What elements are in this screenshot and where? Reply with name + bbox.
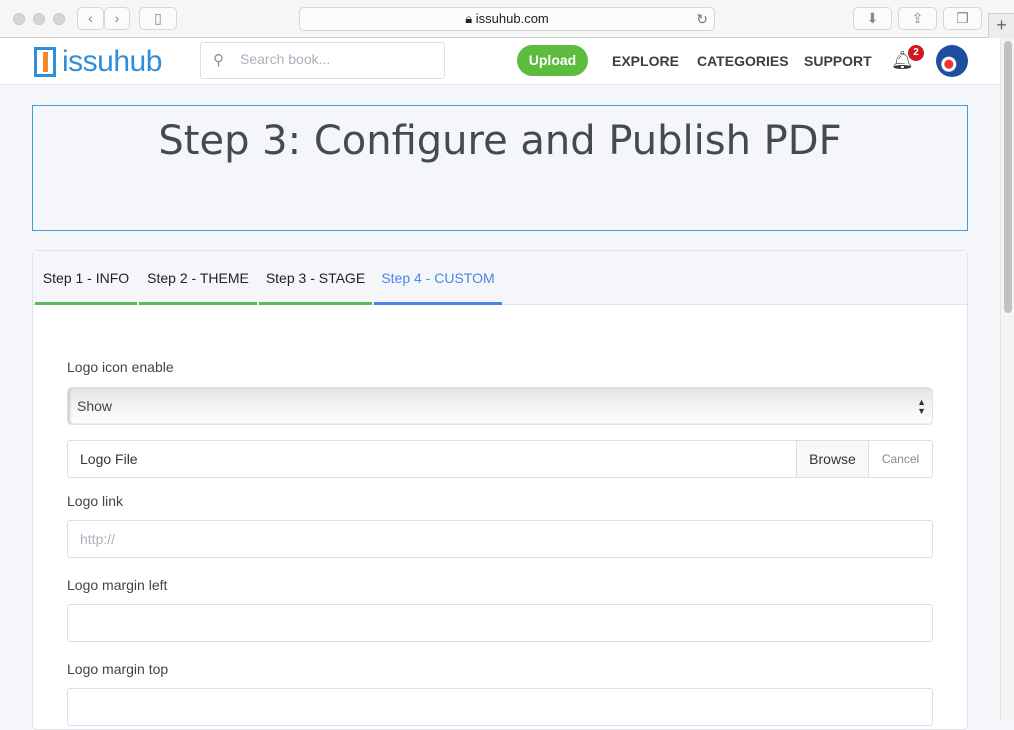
page-title: Step 3: Configure and Publish PDF <box>158 118 842 164</box>
reload-icon[interactable]: ↻ <box>696 8 708 30</box>
browser-toolbar: ‹ › ▯ 🔒︎ issuhub.com ↻ ⬇ ⇪ ❐ + <box>0 0 1014 38</box>
sidebar-toggle-button[interactable]: ▯ <box>139 7 177 30</box>
logo-icon-enable-label: Logo icon enable <box>67 359 174 375</box>
tab-custom[interactable]: Step 4 - CUSTOM <box>374 251 502 305</box>
cancel-button[interactable]: Cancel <box>868 441 932 477</box>
logo-file-input[interactable]: Logo File Browse Cancel <box>67 440 933 478</box>
logo-margin-top-label: Logo margin top <box>67 661 169 677</box>
minimize-window-button[interactable] <box>33 13 45 25</box>
nav-explore[interactable]: EXPLORE <box>612 53 679 69</box>
logo-text: issuhub <box>62 45 162 78</box>
url-text: issuhub.com <box>475 11 549 26</box>
logo[interactable]: issuhub <box>34 45 162 79</box>
search-box: ⚲ <box>200 42 445 79</box>
logo-mark-icon <box>34 47 56 77</box>
logo-margin-top-input[interactable] <box>68 689 932 725</box>
logo-margin-left-label: Logo margin left <box>67 577 168 593</box>
address-bar[interactable]: 🔒︎ issuhub.com ↻ <box>299 7 715 31</box>
search-input[interactable] <box>240 51 430 67</box>
nav-support[interactable]: SUPPORT <box>804 53 872 69</box>
scrollbar[interactable] <box>1000 38 1014 721</box>
back-button[interactable]: ‹ <box>77 7 104 30</box>
browse-button[interactable]: Browse <box>796 441 868 477</box>
new-tab-button[interactable]: + <box>988 13 1014 38</box>
notification-badge: 2 <box>908 45 924 61</box>
search-icon: ⚲ <box>213 52 224 69</box>
scrollbar-thumb[interactable] <box>1004 41 1012 313</box>
upload-button[interactable]: Upload <box>517 45 588 76</box>
wizard-tabs: Step 1 - INFO Step 2 - THEME Step 3 - ST… <box>33 251 967 305</box>
avatar[interactable] <box>936 45 968 77</box>
tab-theme[interactable]: Step 2 - THEME <box>139 251 257 305</box>
logo-link-label: Logo link <box>67 493 124 509</box>
page-title-box: Step 3: Configure and Publish PDF <box>32 105 968 231</box>
maximize-window-button[interactable] <box>53 13 65 25</box>
lock-icon: 🔒︎ <box>465 11 473 26</box>
select-value: Show <box>77 398 113 414</box>
logo-margin-top-field <box>67 688 933 726</box>
logo-margin-left-input[interactable] <box>68 605 932 641</box>
close-window-button[interactable] <box>13 13 25 25</box>
tabs-overview-button[interactable]: ❐ <box>943 7 982 30</box>
logo-link-field <box>67 520 933 558</box>
nav-categories[interactable]: CATEGORIES <box>697 53 789 69</box>
select-arrows-icon: ▲ ▼ <box>917 397 926 416</box>
logo-icon-enable-select[interactable]: Show ▲ ▼ <box>67 387 933 425</box>
logo-link-input[interactable] <box>68 521 932 557</box>
logo-margin-left-field <box>67 604 933 642</box>
site-header: issuhub ⚲ Upload EXPLORE CATEGORIES SUPP… <box>0 38 1000 85</box>
downloads-button[interactable]: ⬇ <box>853 7 892 30</box>
tab-stage[interactable]: Step 3 - STAGE <box>259 251 372 305</box>
logo-file-placeholder: Logo File <box>80 451 138 467</box>
forward-button[interactable]: › <box>104 7 130 30</box>
share-button[interactable]: ⇪ <box>898 7 937 30</box>
wizard-card: Step 1 - INFO Step 2 - THEME Step 3 - ST… <box>32 250 968 730</box>
tab-info[interactable]: Step 1 - INFO <box>35 251 137 305</box>
